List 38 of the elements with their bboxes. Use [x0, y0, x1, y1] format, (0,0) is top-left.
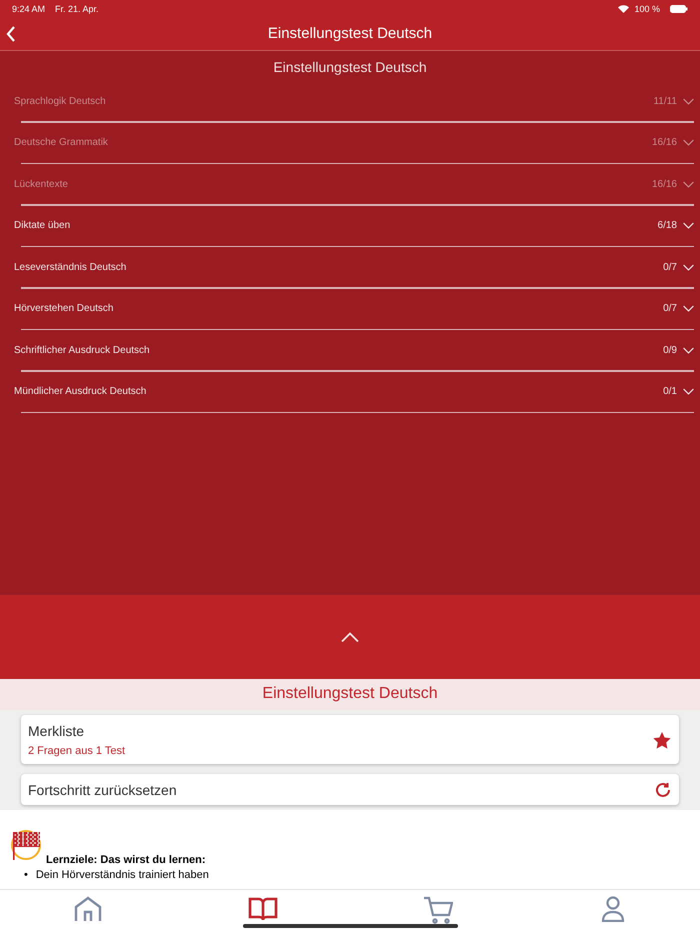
goal-item: Dein Hörverständnis trainiert haben	[36, 868, 209, 882]
chevron-up-icon[interactable]	[341, 632, 359, 642]
chevron-down-icon	[683, 98, 694, 104]
card-title: Fortschritt zurücksetzen	[28, 782, 178, 798]
category-row[interactable]: Leseverständnis Deutsch 0/7	[0, 247, 700, 287]
book-icon	[248, 896, 278, 922]
goals-heading: Lernziele: Das wirst du lernen:	[46, 854, 206, 866]
home-icon	[74, 896, 102, 922]
chevron-down-icon	[683, 222, 694, 229]
chevron-down-icon	[683, 180, 694, 188]
status-time: 9:24 AM	[12, 4, 46, 14]
category-row[interactable]: Schriftlicher Ausdruck Deutsch 0/9	[0, 330, 700, 370]
back-icon[interactable]	[6, 26, 16, 42]
reset-card[interactable]: Fortschritt zurücksetzen	[21, 774, 679, 805]
star-icon	[653, 732, 671, 748]
bookmarks-card[interactable]: Merkliste 2 Fragen aus 1 Test	[21, 715, 679, 764]
refresh-icon	[655, 782, 671, 798]
flag-icon	[10, 828, 44, 862]
wifi-icon	[618, 4, 630, 12]
cart-icon	[422, 896, 452, 924]
panel-title: Einstellungstest Deutsch	[0, 679, 700, 710]
card-subtitle: 2 Fragen aus 1 Test	[28, 745, 126, 757]
status-date: Fr. 21. Apr.	[55, 4, 99, 14]
chevron-down-icon	[683, 346, 694, 354]
header-title: Einstellungstest Deutsch	[268, 25, 432, 42]
category-row[interactable]: Diktate üben 6/18	[0, 206, 700, 246]
card-title: Merkliste	[28, 723, 86, 739]
section-title: Einstellungstest Deutsch	[272, 58, 428, 77]
battery-icon	[670, 4, 688, 12]
person-icon	[600, 896, 624, 922]
chevron-down-icon	[683, 388, 694, 395]
category-row[interactable]: Mündlicher Ausdruck Deutsch 0/1	[0, 372, 700, 412]
bullet-mark: •	[24, 868, 28, 882]
battery-percent: 100 %	[634, 4, 660, 14]
category-row[interactable]: Hörverstehen Deutsch 0/7	[0, 288, 700, 328]
chevron-down-icon	[683, 305, 694, 312]
chevron-down-icon	[683, 139, 694, 146]
chevron-down-icon	[683, 264, 694, 270]
